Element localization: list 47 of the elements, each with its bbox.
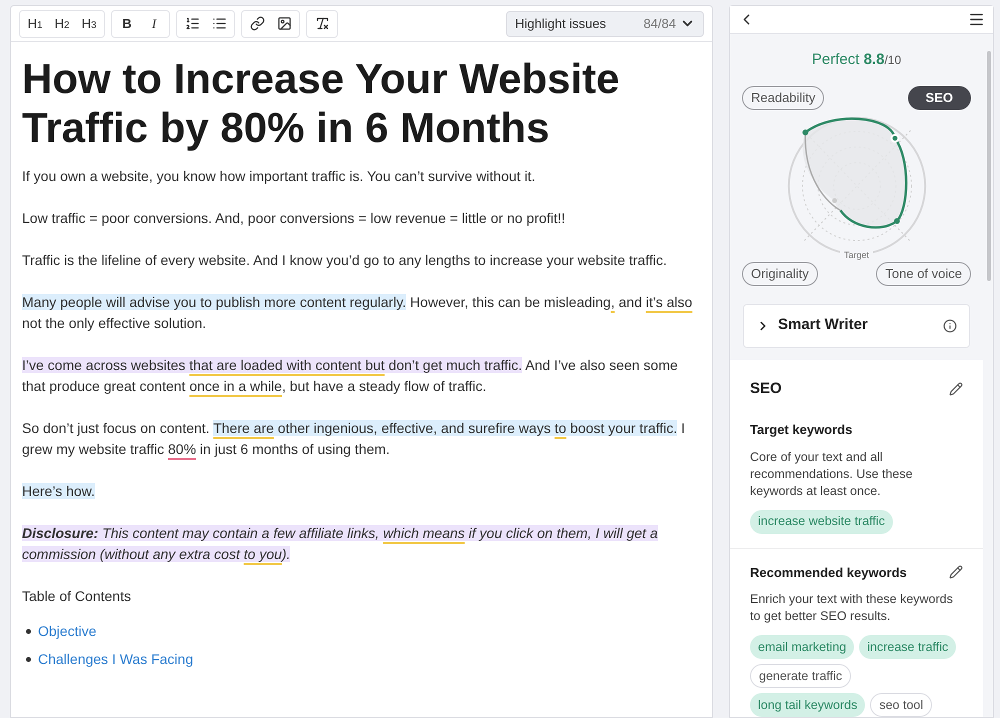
smart-writer-card[interactable]: Smart Writer xyxy=(743,304,970,348)
paragraph: Here’s how. xyxy=(22,482,96,501)
menu-icon[interactable] xyxy=(968,11,985,28)
paragraph: Traffic is the lifeline of every website. And I know you’d go to any lengths to increase your website traffic. xyxy=(22,251,668,270)
radar-tab[interactable]: Readability xyxy=(742,86,824,110)
image-icon xyxy=(276,16,292,31)
format-button[interactable]: H$_{1}$ xyxy=(23,12,47,36)
seo-heading: SEO xyxy=(750,378,782,398)
section-heading: Recommended keywords xyxy=(750,564,907,582)
paragraph: If you own a website, you know how important traffic is. You can’t survive without it. xyxy=(22,167,536,186)
bullet-icon xyxy=(26,629,31,634)
radar-tab[interactable]: Originality xyxy=(742,262,818,286)
highlight-issues-dropdown[interactable]: Highlight issues 84/84 xyxy=(506,10,704,36)
paragraph: Many people will advise you to publish more content regularly. However, this can be misleading, and it’s also not the only effective solution. xyxy=(22,293,694,333)
toc-link[interactable]: Challenges I Was Facing xyxy=(38,649,194,670)
link-icon xyxy=(250,16,264,31)
article-title: How to Increase Your Website Traffic by 80% in 6 Months xyxy=(22,54,620,152)
clear-format-icon xyxy=(314,16,330,31)
format-button[interactable]: I xyxy=(142,12,166,36)
paragraph: Low traffic = poor conversions. And, poor conversions = low revenue = little or no profit!! xyxy=(22,209,566,228)
radar-tab[interactable]: SEO xyxy=(908,86,971,110)
info-icon xyxy=(943,318,957,332)
bullet-icon xyxy=(26,657,31,662)
format-button[interactable]: H$_{2}$ xyxy=(50,12,74,36)
format-button[interactable]: B xyxy=(115,12,139,36)
keyword-tag: seo tool xyxy=(870,693,932,717)
keyword-tag: increase website traffic xyxy=(750,510,893,534)
bullet-list-icon xyxy=(212,16,226,31)
toc-link[interactable]: Objective xyxy=(38,621,96,642)
paragraph: So don’t just focus on content. There are other ingenious, effective, and surefire ways to boost your traffic. I grew my website traffic 80% in just 6 months of using them. xyxy=(22,419,686,459)
score-text: Perfect 8.8/10 xyxy=(810,50,902,70)
format-button[interactable]: H$_{3}$ xyxy=(77,12,101,36)
section-description: Core of your text and all recommendations. Use these keywords at least once. xyxy=(750,448,914,500)
paragraph: Table of Contents xyxy=(22,587,132,606)
ordered-list-icon xyxy=(184,16,200,31)
section-heading: Target keywords xyxy=(750,421,852,439)
radar-tab[interactable]: Tone of voice xyxy=(876,262,971,286)
keyword-tag: generate traffic xyxy=(750,664,852,688)
edit-icon[interactable] xyxy=(949,565,963,580)
target-label: Target xyxy=(840,250,873,260)
keyword-tag: email marketing xyxy=(750,635,854,659)
edit-icon[interactable] xyxy=(949,382,963,396)
keyword-tag: long tail keywords xyxy=(750,693,866,717)
paragraph: I’ve come across websites that are loaded with content but don’t get much traffic. And I’ve also seen some that produce great content once in a while, but have a steady flow of traffic. xyxy=(22,356,679,396)
section-description: Enrich your text with these keywords to get better SEO results. xyxy=(750,591,954,625)
keyword-tag: increase traffic xyxy=(859,635,956,659)
paragraph: Disclosure: This content may contain a few affiliate links, which means if you click on them, I will get a commission (without any extra cost to you). xyxy=(22,524,659,564)
